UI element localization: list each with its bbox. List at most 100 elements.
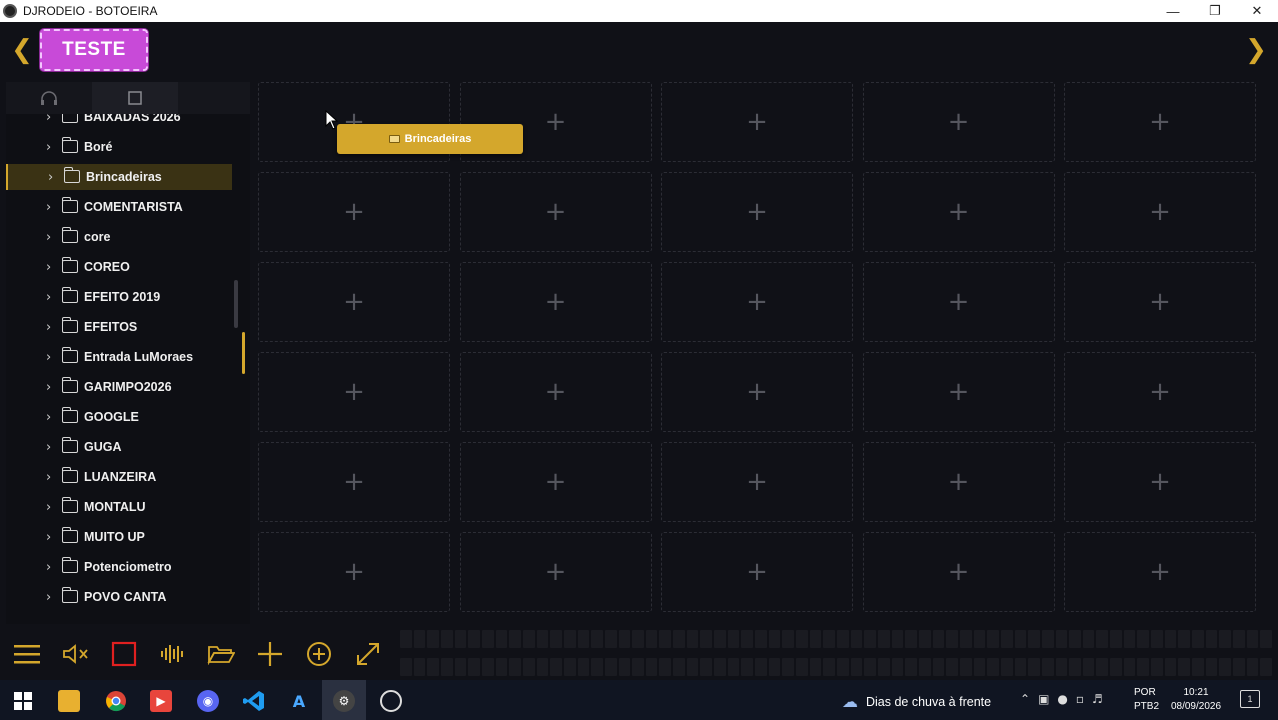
chevron-right-icon[interactable]: › xyxy=(46,500,58,515)
tree-folder-item[interactable]: › core xyxy=(6,224,232,250)
waveform-button[interactable] xyxy=(155,636,191,672)
chevron-right-icon[interactable]: › xyxy=(46,410,58,425)
tab-square[interactable] xyxy=(92,82,178,114)
tab-headphones[interactable] xyxy=(6,82,92,114)
grid-cell-empty[interactable]: + xyxy=(661,532,853,612)
djrodeio-icon[interactable]: ⚙ xyxy=(333,690,355,712)
chevron-right-icon[interactable]: › xyxy=(46,260,58,275)
chevron-right-icon[interactable]: › xyxy=(46,290,58,305)
chevron-right-icon[interactable]: › xyxy=(46,530,58,545)
grid-cell-empty[interactable]: + xyxy=(1064,82,1256,162)
tree-folder-item[interactable]: › BAIXADAS 2026 xyxy=(6,114,232,130)
grid-cell-empty[interactable]: + xyxy=(862,352,1055,432)
weather-widget[interactable]: ☁ Dias de chuva à frente xyxy=(842,692,991,711)
mute-button[interactable] xyxy=(58,636,94,672)
tree-folder-item[interactable]: › Brincadeiras xyxy=(6,164,232,190)
grid-cell-empty[interactable]: + xyxy=(459,172,652,252)
grid-cell-empty[interactable]: + xyxy=(258,442,450,522)
close-icon[interactable]: ✕ xyxy=(1236,0,1278,22)
discord-icon[interactable]: ◉ xyxy=(197,690,219,712)
fullscreen-button[interactable] xyxy=(350,636,386,672)
a-app-icon[interactable]: A xyxy=(288,690,310,712)
chevron-right-icon[interactable]: ❯ xyxy=(1244,36,1268,64)
red-app-icon[interactable]: ▶ xyxy=(150,690,172,712)
chevron-right-icon[interactable]: › xyxy=(46,440,58,455)
grid-cell-empty[interactable]: + xyxy=(661,172,853,252)
tree-folder-item[interactable]: › GARIMPO2026 xyxy=(6,374,232,400)
system-clock[interactable]: 10:21 08/09/2026 xyxy=(1166,686,1226,714)
chevron-right-icon[interactable]: › xyxy=(48,170,60,185)
grid-cell-empty[interactable]: + xyxy=(258,532,450,612)
grid-cell-empty[interactable]: + xyxy=(1064,172,1256,252)
plus-circle-icon xyxy=(307,642,331,666)
minimize-icon[interactable]: — xyxy=(1152,0,1194,22)
grid-cell-empty[interactable]: + xyxy=(1064,352,1256,432)
sidebar-scroll-indicator[interactable] xyxy=(242,332,245,374)
chevron-right-icon[interactable]: › xyxy=(46,470,58,485)
grid-cell-empty[interactable]: + xyxy=(459,352,652,432)
vscode-icon[interactable] xyxy=(243,690,265,712)
input-language[interactable]: POR PTB2 xyxy=(1134,686,1159,714)
network-icon[interactable]: ▫ xyxy=(1076,692,1084,706)
menu-button[interactable] xyxy=(9,636,45,672)
tree-folder-item[interactable]: › Potenciometro xyxy=(6,554,232,580)
grid-cell-empty[interactable]: + xyxy=(661,262,853,342)
grid-cell-empty[interactable]: + xyxy=(258,352,450,432)
grid-cell-empty[interactable]: + xyxy=(258,262,450,342)
grid-cell-empty[interactable]: + xyxy=(862,172,1055,252)
grid-cell-empty[interactable]: + xyxy=(459,262,652,342)
add-circle-button[interactable] xyxy=(301,636,337,672)
page-title[interactable]: TESTE xyxy=(40,29,148,71)
grid-cell-empty[interactable]: + xyxy=(459,532,652,612)
grid-cell-empty[interactable]: + xyxy=(661,82,853,162)
notification-icon[interactable]: 1 xyxy=(1240,690,1260,708)
tree-folder-item[interactable]: › COREO xyxy=(6,254,232,280)
add-button[interactable] xyxy=(252,636,288,672)
tree-folder-item[interactable]: › Entrada LuMoraes xyxy=(6,344,232,370)
microphone-icon[interactable]: ● xyxy=(1057,692,1067,706)
grid-cell-empty[interactable]: + xyxy=(1064,262,1256,342)
tree-folder-item[interactable]: › GUGA xyxy=(6,434,232,460)
chevron-right-icon[interactable]: › xyxy=(46,140,58,155)
tree-folder-item[interactable]: › EFEITO 2019 xyxy=(6,284,232,310)
restore-icon[interactable]: ❐ xyxy=(1194,0,1236,22)
open-folder-button[interactable] xyxy=(203,636,239,672)
tray-app-icon[interactable]: ▣ xyxy=(1038,692,1049,706)
grid-cell-empty[interactable]: + xyxy=(661,442,853,522)
grid-cell-empty[interactable]: + xyxy=(862,532,1055,612)
grid-cell-empty[interactable]: + xyxy=(862,442,1055,522)
grid-cell-empty[interactable]: + xyxy=(862,82,1055,162)
chevron-right-icon[interactable]: › xyxy=(46,590,58,605)
clock-app-icon[interactable] xyxy=(380,690,402,712)
sidebar-scrollbar[interactable] xyxy=(234,280,238,328)
chevron-right-icon[interactable]: › xyxy=(46,114,58,125)
volume-icon[interactable]: ♬ xyxy=(1092,692,1103,706)
tree-folder-item[interactable]: › MONTALU xyxy=(6,494,232,520)
tree-folder-item[interactable]: › Boré xyxy=(6,134,232,160)
chevron-right-icon[interactable]: › xyxy=(46,350,58,365)
stop-button[interactable] xyxy=(106,636,142,672)
chrome-icon[interactable] xyxy=(105,690,127,712)
file-explorer-icon[interactable] xyxy=(58,690,80,712)
tree-folder-item[interactable]: › POVO CANTA xyxy=(6,584,232,610)
drag-folder-chip[interactable]: Brincadeiras xyxy=(337,124,523,154)
chevron-right-icon[interactable]: › xyxy=(46,380,58,395)
chevron-right-icon[interactable]: › xyxy=(46,560,58,575)
chevron-right-icon[interactable]: › xyxy=(46,320,58,335)
chevron-left-icon[interactable]: ❮ xyxy=(10,36,34,64)
grid-cell-empty[interactable]: + xyxy=(258,172,450,252)
chevron-up-icon[interactable]: ⌃ xyxy=(1020,692,1030,706)
tree-folder-item[interactable]: › COMENTARISTA xyxy=(6,194,232,220)
tree-folder-item[interactable]: › EFEITOS xyxy=(6,314,232,340)
tree-folder-item[interactable]: › MUITO UP xyxy=(6,524,232,550)
chevron-right-icon[interactable]: › xyxy=(46,230,58,245)
tree-folder-item[interactable]: › LUANZEIRA xyxy=(6,464,232,490)
grid-cell-empty[interactable]: + xyxy=(1064,442,1256,522)
windows-start-icon[interactable] xyxy=(12,690,34,712)
grid-cell-empty[interactable]: + xyxy=(862,262,1055,342)
chevron-right-icon[interactable]: › xyxy=(46,200,58,215)
grid-cell-empty[interactable]: + xyxy=(459,442,652,522)
grid-cell-empty[interactable]: + xyxy=(661,352,853,432)
tree-folder-item[interactable]: › GOOGLE xyxy=(6,404,232,430)
grid-cell-empty[interactable]: + xyxy=(1064,532,1256,612)
